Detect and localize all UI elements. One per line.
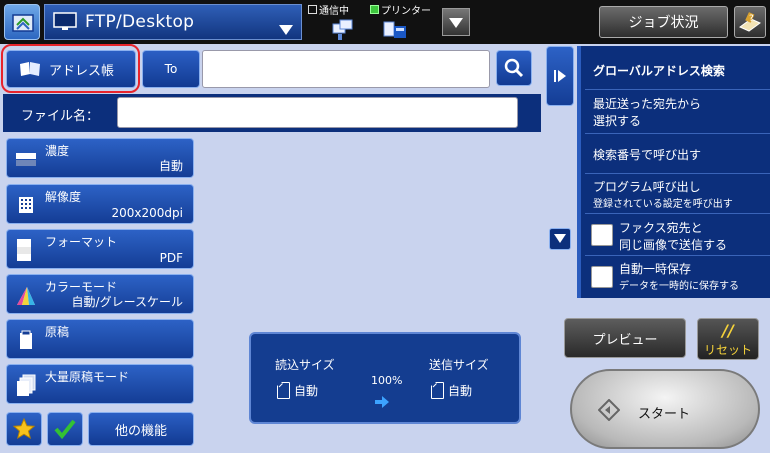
star-icon (12, 417, 36, 440)
color-mode-value: 自動/グレースケール (71, 295, 183, 309)
reset-icon: // (722, 321, 734, 340)
batch-original-icon (17, 374, 36, 396)
other-functions-button[interactable]: 他の機能 (88, 412, 194, 446)
resolution-button[interactable]: 解像度 200x200dpi (6, 184, 194, 224)
density-button[interactable]: 濃度 自動 (6, 138, 194, 178)
right-panel-toggle[interactable] (546, 46, 574, 106)
program-recall-label: プログラム呼び出し (593, 180, 701, 194)
filename-label: ファイル名： (21, 109, 100, 124)
format-icon (17, 239, 31, 261)
favorites-button[interactable] (6, 412, 42, 446)
format-value: PDF (159, 251, 183, 265)
to-button[interactable]: To (142, 50, 200, 88)
network-icon (332, 19, 353, 40)
right-panel-scroll-button[interactable] (549, 228, 571, 250)
chevron-down-icon (279, 25, 293, 35)
density-title: 濃度 (45, 144, 70, 158)
density-value: 自動 (158, 159, 183, 173)
batch-original-button[interactable]: 大量原稿モード (6, 364, 194, 404)
search-number-label: 検索番号で呼び出す (593, 148, 702, 162)
resolution-title: 解像度 (45, 190, 82, 204)
search-number-item[interactable]: 検索番号で呼び出す (585, 134, 770, 174)
resolution-icon (19, 197, 33, 213)
resolution-value: 200x200dpi (111, 206, 183, 220)
paper-icon (431, 382, 444, 399)
communication-status-label: 通信中 (319, 6, 349, 17)
top-menu-button[interactable] (442, 8, 470, 36)
start-button[interactable]: スタート (570, 369, 760, 449)
global-address-search-label: グローバルアドレス検索 (593, 64, 725, 78)
start-label: スタート (638, 407, 691, 422)
original-icon (20, 330, 32, 349)
send-size-text: 自動 (448, 384, 473, 398)
ratio-label: 100% (371, 374, 403, 387)
search-icon (504, 58, 524, 78)
recent-destinations-label: 最近送った宛先から (593, 97, 702, 111)
density-icon (16, 153, 36, 166)
program-recall-item[interactable]: プログラム呼び出し 登録されている設定を呼び出す (585, 174, 770, 214)
start-diamond-icon (598, 399, 620, 421)
original-title: 原稿 (45, 325, 70, 339)
reset-button[interactable]: // リセット (697, 318, 759, 360)
checkmark-icon (54, 419, 76, 440)
size-panel[interactable]: 読込サイズ 自動 100% 送信サイズ 自動 (249, 332, 521, 424)
printer-status: プリンター (370, 2, 436, 42)
communication-status: 通信中 (308, 2, 368, 42)
printer-icon (383, 21, 406, 38)
recent-destinations-item[interactable]: 最近送った宛先から 選択する (585, 90, 770, 134)
global-address-search-item[interactable]: グローバルアドレス検索 (585, 46, 770, 90)
send-size-value: 自動 (431, 382, 472, 399)
format-button[interactable]: フォーマット PDF (6, 229, 194, 269)
color-mode-icon (17, 287, 35, 305)
original-button[interactable]: 原稿 (6, 319, 194, 359)
printer-status-label: プリンター (381, 6, 431, 17)
monitor-icon (53, 12, 77, 30)
mode-select-dropdown[interactable]: FTP/Desktop (44, 4, 302, 40)
address-book-icon (20, 62, 40, 76)
chevron-down-icon (554, 234, 566, 243)
filename-row: ファイル名： (3, 94, 541, 132)
address-book-label: アドレス帳 (49, 63, 115, 79)
send-size-label: 送信サイズ (429, 358, 489, 372)
chevron-right-icon (554, 70, 566, 82)
batch-original-title: 大量原稿モード (45, 370, 130, 384)
preview-button[interactable]: プレビュー (564, 318, 686, 358)
destination-input[interactable] (202, 50, 490, 88)
job-status-button[interactable]: ジョブ状況 (599, 6, 728, 38)
fax-same-image-item[interactable]: ファクス宛先と 同じ画像で送信する (585, 214, 770, 256)
checkmark-button[interactable] (47, 412, 83, 446)
scan-size-value: 自動 (277, 382, 318, 399)
mode-switch-icon (12, 14, 34, 32)
scan-size-label: 読込サイズ (275, 358, 335, 372)
mode-switch-button[interactable] (4, 4, 40, 40)
fax-same-image-checkbox[interactable] (591, 224, 613, 246)
recent-destinations-sublabel: 選択する (593, 114, 642, 128)
auto-temp-save-item[interactable]: 自動一時保存 データを一時的に保存する (585, 256, 770, 298)
status-indicator-off (308, 5, 317, 14)
arrow-right-icon (375, 396, 389, 408)
mode-title: FTP/Desktop (85, 12, 195, 32)
help-button[interactable]: ? (734, 6, 766, 38)
scan-size-text: 自動 (294, 384, 319, 398)
address-book-button[interactable]: アドレス帳 (6, 50, 136, 88)
color-mode-button[interactable]: カラーモード 自動/グレースケール (6, 274, 194, 314)
search-button[interactable] (496, 50, 532, 86)
help-book-icon: ? (739, 12, 761, 32)
auto-temp-save-checkbox[interactable] (591, 266, 613, 288)
right-panel: グローバルアドレス検索 最近送った宛先から 選択する 検索番号で呼び出す プログ… (577, 46, 770, 298)
filename-input[interactable] (117, 97, 518, 128)
svg-text:?: ? (749, 14, 754, 24)
status-indicator-on (370, 5, 379, 14)
program-recall-sublabel: 登録されている設定を呼び出す (593, 199, 733, 210)
chevron-down-icon (449, 18, 463, 28)
reset-label: リセット (703, 343, 752, 357)
paper-icon (277, 382, 290, 399)
format-title: フォーマット (45, 235, 118, 249)
